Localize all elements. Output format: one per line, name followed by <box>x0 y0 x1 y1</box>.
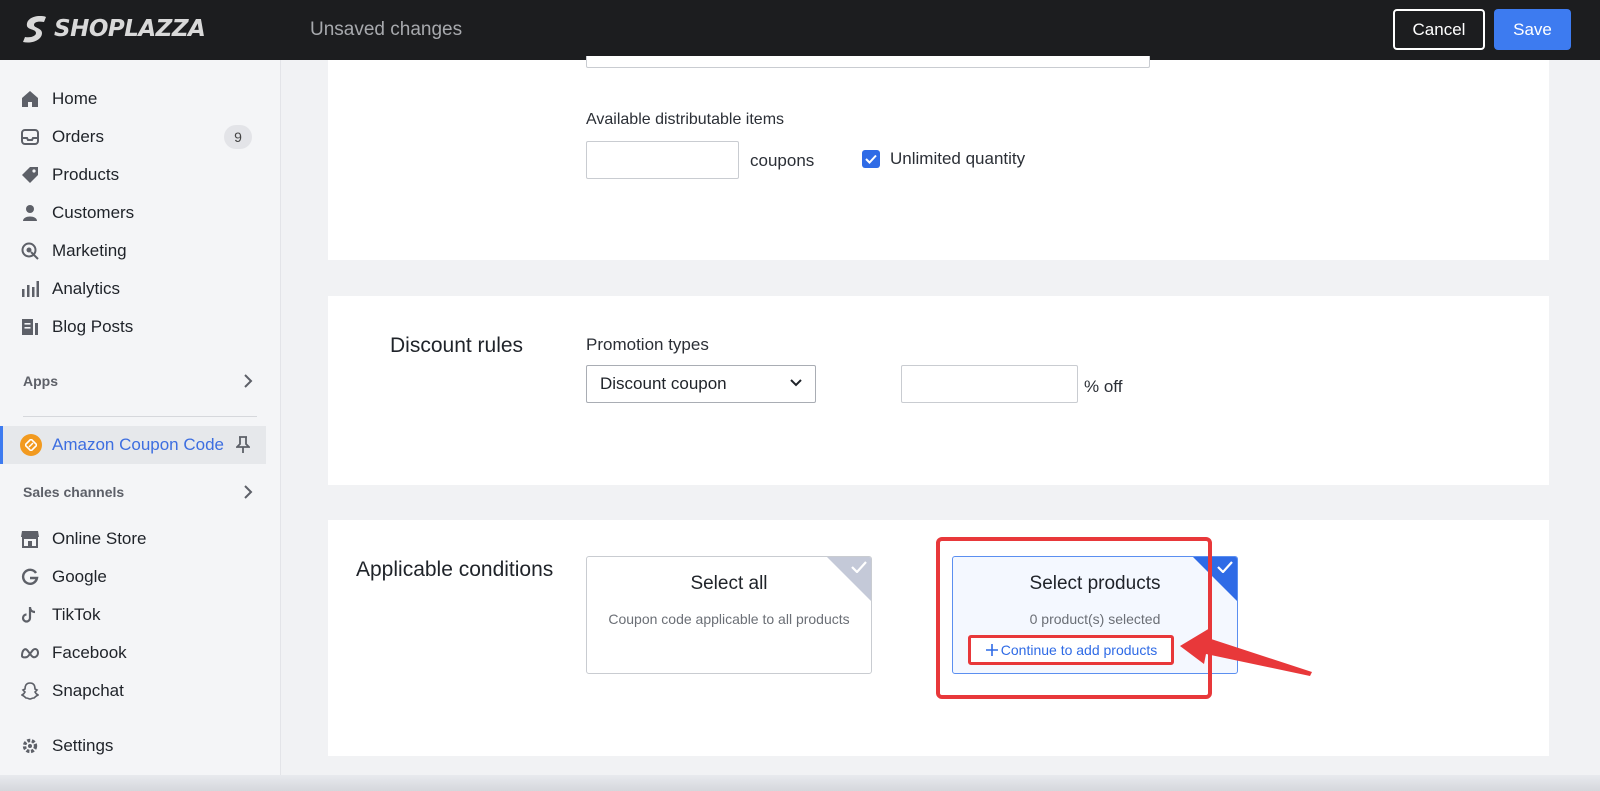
tag-icon <box>20 165 40 185</box>
promotion-types-label: Promotion types <box>586 335 709 354</box>
chevron-right-icon[interactable] <box>243 374 253 388</box>
sidebar-item-online-store[interactable]: Online Store <box>0 520 281 558</box>
sidebar-item-orders[interactable]: Orders 9 <box>0 118 281 156</box>
sidebar-item-home[interactable]: Home <box>0 80 281 118</box>
logo-mark-icon <box>23 16 46 43</box>
coupon-app-icon <box>20 434 42 456</box>
sidebar-item-amazon-coupon-code[interactable]: Amazon Coupon Code <box>0 426 266 464</box>
logo-text: SHOPLAZZA <box>54 16 206 42</box>
bottom-edge <box>0 775 1600 791</box>
quantity-input[interactable] <box>586 141 739 179</box>
add-products-label: Continue to add products <box>1000 642 1158 658</box>
chevron-down-icon <box>790 379 802 387</box>
unlimited-quantity-label: Unlimited quantity <box>890 149 1026 168</box>
annotation-arrow-icon <box>1180 628 1312 676</box>
unsaved-status: Unsaved changes <box>310 19 463 40</box>
shoplazza-logo[interactable]: SHOPLAZZA <box>22 14 206 44</box>
sidebar-item-label: Facebook <box>52 643 127 662</box>
promotion-type-value: Discount coupon <box>600 374 727 393</box>
bar-chart-icon <box>20 279 40 299</box>
previous-field-input[interactable] <box>586 56 1150 68</box>
store-icon <box>20 529 40 549</box>
products-selected-count: 0 product(s) selected <box>1029 611 1161 627</box>
active-app-label: Amazon Coupon Code <box>52 435 225 454</box>
sidebar-item-analytics[interactable]: Analytics <box>0 270 281 308</box>
sidebar-item-label: Marketing <box>52 241 127 260</box>
sidebar-item-label: Google <box>52 567 107 586</box>
sidebar-item-label: Snapchat <box>52 681 124 700</box>
sidebar: Home Orders 9 Products Customers Marketi… <box>0 60 281 791</box>
sidebar-item-google[interactable]: Google <box>0 558 281 596</box>
sidebar-item-label: Analytics <box>52 279 121 298</box>
google-icon <box>20 567 40 587</box>
sidebar-item-label: Products <box>52 165 120 184</box>
sidebar-item-snapchat[interactable]: Snapchat <box>0 672 281 710</box>
orders-count-badge: 9 <box>224 125 252 149</box>
continue-to-add-products-link[interactable]: Continue to add products <box>968 635 1174 665</box>
percent-off-unit: % off <box>1084 377 1123 396</box>
tiktok-icon <box>20 605 40 625</box>
sidebar-item-customers[interactable]: Customers <box>0 194 281 232</box>
applicable-conditions-card <box>328 520 1549 756</box>
target-icon <box>20 241 40 261</box>
promotion-type-select[interactable]: Discount coupon <box>586 365 816 403</box>
sidebar-item-settings[interactable]: Settings <box>0 727 281 765</box>
document-icon <box>20 317 40 337</box>
plus-icon <box>985 644 998 656</box>
coupons-unit-label: coupons <box>750 151 815 170</box>
check-icon <box>851 561 867 573</box>
sidebar-item-label: Orders <box>52 127 104 146</box>
chevron-right-icon[interactable] <box>243 485 253 499</box>
check-icon <box>1217 561 1233 573</box>
sidebar-item-blog-posts[interactable]: Blog Posts <box>0 308 281 346</box>
sidebar-item-label: Blog Posts <box>52 317 134 336</box>
gear-icon <box>20 736 40 756</box>
sidebar-item-products[interactable]: Products <box>0 156 281 194</box>
applicable-conditions-title: Applicable conditions <box>356 558 554 581</box>
apps-section-label: Apps <box>23 373 58 389</box>
sidebar-item-facebook[interactable]: Facebook <box>0 634 281 672</box>
sidebar-item-tiktok[interactable]: TikTok <box>0 596 281 634</box>
sidebar-item-marketing[interactable]: Marketing <box>0 232 281 270</box>
check-icon <box>865 154 877 164</box>
sidebar-item-label: TikTok <box>52 605 101 624</box>
person-icon <box>20 203 40 223</box>
sidebar-item-label: Settings <box>52 736 114 755</box>
select-all-option[interactable]: Select all Coupon code applicable to all… <box>586 556 872 674</box>
percent-off-input[interactable] <box>901 365 1078 403</box>
meta-icon <box>20 643 40 663</box>
sidebar-item-label: Online Store <box>52 529 147 548</box>
sidebar-item-label: Home <box>52 89 98 108</box>
cancel-button[interactable]: Cancel <box>1393 9 1485 50</box>
divider <box>23 416 257 417</box>
home-icon <box>20 89 40 109</box>
select-all-description: Coupon code applicable to all products <box>608 611 850 627</box>
pin-icon[interactable] <box>236 436 250 454</box>
sidebar-item-label: Customers <box>52 203 135 222</box>
save-button[interactable]: Save <box>1494 9 1571 50</box>
discount-rules-title: Discount rules <box>390 334 524 357</box>
inbox-icon <box>20 127 40 147</box>
distributable-items-label: Available distributable items <box>586 111 785 128</box>
top-bar: SHOPLAZZA Unsaved changes Cancel Save <box>0 0 1600 60</box>
unlimited-quantity-checkbox[interactable] <box>862 150 880 168</box>
sales-channels-section-label: Sales channels <box>23 484 125 500</box>
snapchat-icon <box>20 681 40 701</box>
